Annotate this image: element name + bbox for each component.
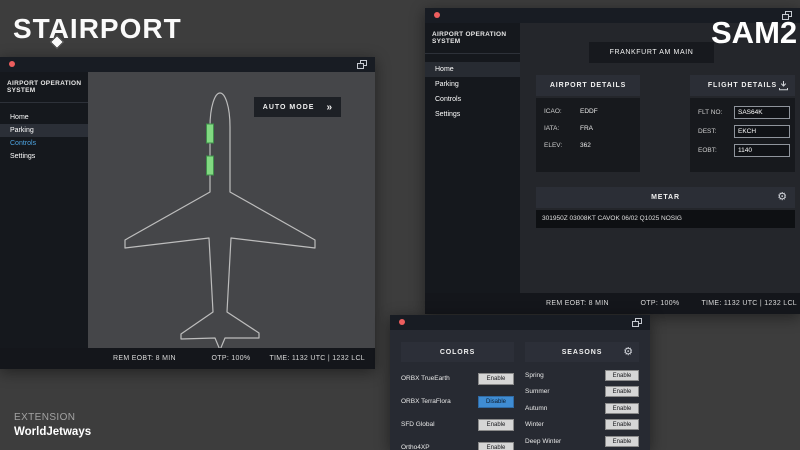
- sidebar-item-home[interactable]: Home: [0, 111, 88, 124]
- airport-name-button[interactable]: FRANKFURT AM MAIN: [589, 42, 714, 63]
- stairport-controls-window: AIRPORT OPERATION SYSTEM Home Parking Co…: [0, 57, 375, 369]
- restore-window-icon[interactable]: [632, 318, 642, 327]
- sidebar-item-parking[interactable]: Parking: [425, 77, 520, 92]
- flight-details-panel: FLIGHT DETAILS FLT NO: DEST: EOBT:: [690, 75, 795, 172]
- winter-enable-button[interactable]: Enable: [605, 419, 639, 430]
- flight-details-title: FLIGHT DETAILS: [708, 82, 777, 89]
- flt-no-field[interactable]: [734, 106, 790, 119]
- airport-detail-row: ICAO: EDDF: [544, 108, 640, 115]
- airport-detail-row: IATA: FRA: [544, 125, 640, 132]
- autumn-enable-button[interactable]: Enable: [605, 403, 639, 414]
- season-row: Deep Winter Enable: [525, 433, 639, 450]
- colors-title: COLORS: [401, 342, 514, 362]
- sidebar-item-home[interactable]: Home: [425, 62, 520, 77]
- seasons-title: SEASONS: [562, 349, 603, 356]
- dest-field[interactable]: [734, 125, 790, 138]
- orbx-terraflora-disable-button[interactable]: Disable: [478, 396, 514, 408]
- flight-field-row: DEST:: [698, 125, 795, 138]
- stairport-status-bar: REM EOBT: 8 MIN OTP: 100% TIME: 1132 UTC…: [0, 348, 375, 369]
- time-status: TIME: 1132 UTC | 1232 LCL: [269, 348, 365, 369]
- season-row: Summer Enable: [525, 384, 639, 401]
- auto-mode-button[interactable]: AUTO MODE »: [254, 97, 341, 117]
- sam-status-bar: REM EOBT: 8 MIN OTP: 100% TIME: 1132 UTC…: [425, 293, 800, 314]
- desktop: { "brand": { "logo": "STAIRPORT", "sam_l…: [0, 0, 800, 450]
- aircraft-outline: [125, 93, 315, 348]
- sidebar-item-controls[interactable]: Controls: [0, 137, 88, 150]
- metar-panel: METAR ⚙ 301950Z 03008KT CAVOK 06/02 Q102…: [536, 187, 795, 228]
- sidebar-nav: Home Parking Controls Settings: [0, 111, 88, 163]
- chevron-right-icon: »: [326, 102, 332, 113]
- season-row: Winter Enable: [525, 417, 639, 434]
- metar-header: METAR ⚙: [536, 187, 795, 208]
- sidebar-item-settings[interactable]: Settings: [0, 150, 88, 163]
- airport-details-title: AIRPORT DETAILS: [536, 75, 640, 96]
- color-row: Ortho4XP Enable: [401, 436, 514, 450]
- extension-name: WorldJetways: [14, 426, 91, 438]
- sidebar-title: AIRPORT OPERATION SYSTEM: [425, 23, 520, 54]
- colors-panel: COLORS ORBX TrueEarth Enable ORBX TerraF…: [401, 342, 514, 450]
- rem-eobt-status: REM EOBT: 8 MIN: [546, 293, 609, 314]
- rem-eobt-status: REM EOBT: 8 MIN: [113, 348, 176, 369]
- color-row: ORBX TrueEarth Enable: [401, 367, 514, 390]
- flight-details-header: FLIGHT DETAILS: [690, 75, 795, 96]
- door-1-highlight: [207, 124, 214, 143]
- summer-enable-button[interactable]: Enable: [605, 386, 639, 397]
- close-icon[interactable]: [399, 319, 405, 325]
- addons-window: COLORS ORBX TrueEarth Enable ORBX TerraF…: [390, 315, 650, 450]
- sam-sidebar: AIRPORT OPERATION SYSTEM Home Parking Co…: [425, 23, 520, 314]
- seasons-header: SEASONS ⚙: [525, 342, 639, 362]
- sfd-global-enable-button[interactable]: Enable: [478, 419, 514, 431]
- stairport-logo: STAIRPORT: [13, 13, 182, 45]
- sidebar-item-settings[interactable]: Settings: [425, 107, 520, 122]
- sidebar-item-parking[interactable]: Parking: [0, 124, 88, 137]
- time-status: TIME: 1132 UTC | 1232 LCL: [701, 293, 797, 314]
- flight-field-row: FLT NO:: [698, 106, 795, 119]
- otp-status: OTP: 100%: [212, 348, 251, 369]
- flight-field-row: EOBT:: [698, 144, 795, 157]
- eobt-field[interactable]: [734, 144, 790, 157]
- stairport-window-titlebar[interactable]: [0, 57, 375, 72]
- color-row: ORBX TerraFlora Disable: [401, 390, 514, 413]
- auto-mode-label: AUTO MODE: [263, 104, 315, 111]
- addons-window-titlebar[interactable]: [390, 315, 650, 330]
- extension-label: EXTENSION: [14, 412, 91, 423]
- sidebar-title: AIRPORT OPERATION SYSTEM: [0, 72, 88, 103]
- deep-winter-enable-button[interactable]: Enable: [605, 436, 639, 447]
- stairport-logo-text: STAIRPORT: [13, 13, 182, 44]
- sam2-logo: SAM2: [711, 15, 797, 51]
- download-icon[interactable]: [778, 80, 789, 91]
- stairport-sidebar: AIRPORT OPERATION SYSTEM Home Parking Co…: [0, 72, 88, 369]
- restore-window-icon[interactable]: [357, 60, 367, 69]
- season-row: Autumn Enable: [525, 400, 639, 417]
- sam-airport-window: AIRPORT OPERATION SYSTEM Home Parking Co…: [425, 8, 800, 314]
- sidebar-nav: Home Parking Controls Settings: [425, 62, 520, 122]
- season-row: Spring Enable: [525, 367, 639, 384]
- airport-detail-row: ELEV: 362: [544, 142, 640, 149]
- airport-details-panel: AIRPORT DETAILS ICAO: EDDF IATA: FRA ELE…: [536, 75, 640, 172]
- close-icon[interactable]: [9, 61, 15, 67]
- aircraft-view: AUTO MODE »: [88, 72, 375, 348]
- sam-main-area: FRANKFURT AM MAIN AIRPORT DETAILS ICAO: …: [520, 23, 800, 294]
- metar-title: METAR: [651, 194, 680, 201]
- gear-icon[interactable]: ⚙: [623, 346, 634, 359]
- orbx-trueearth-enable-button[interactable]: Enable: [478, 373, 514, 385]
- metar-report: 301950Z 03008KT CAVOK 06/02 Q1025 NOSIG: [536, 210, 795, 228]
- extension-block: EXTENSION WorldJetways: [14, 412, 91, 438]
- seasons-panel: SEASONS ⚙ Spring Enable Summer Enable Au…: [525, 342, 639, 450]
- ortho4xp-enable-button[interactable]: Enable: [478, 442, 514, 450]
- otp-status: OTP: 100%: [641, 293, 680, 314]
- color-row: SFD Global Enable: [401, 413, 514, 436]
- gear-icon[interactable]: ⚙: [777, 191, 788, 204]
- spring-enable-button[interactable]: Enable: [605, 370, 639, 381]
- sidebar-item-controls[interactable]: Controls: [425, 92, 520, 107]
- door-2-highlight: [207, 156, 214, 175]
- close-icon[interactable]: [434, 12, 440, 18]
